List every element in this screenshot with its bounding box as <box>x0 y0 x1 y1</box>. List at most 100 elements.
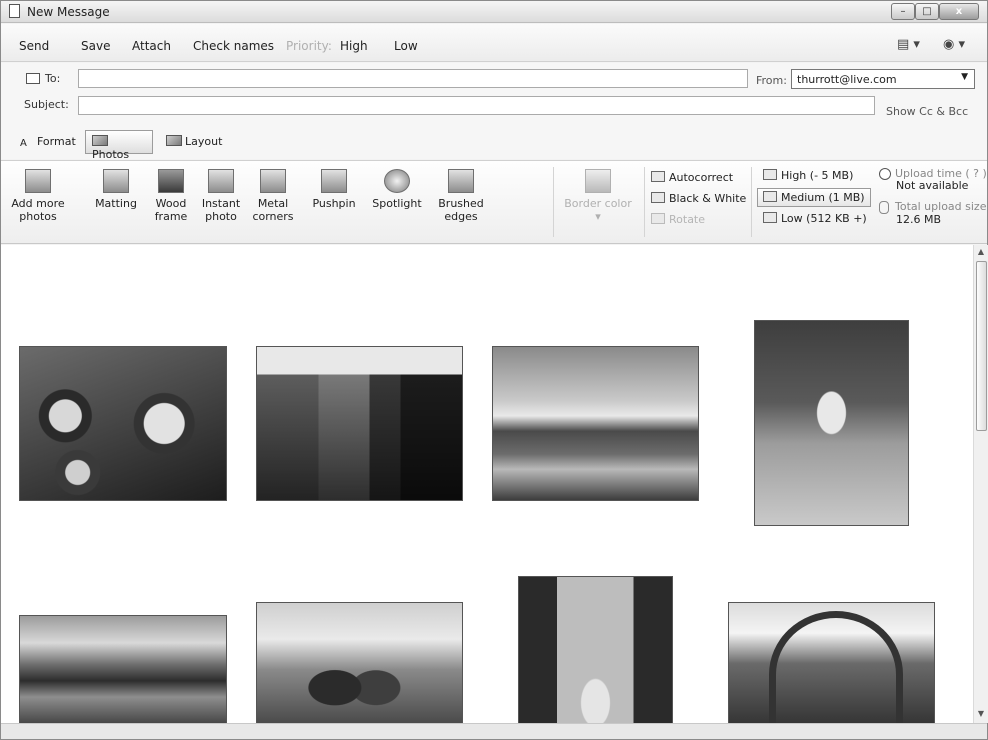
minimize-button[interactable]: – <box>891 3 915 20</box>
subject-field[interactable] <box>78 96 875 115</box>
photo-eiffel-tower-base[interactable] <box>728 602 935 723</box>
instant-photo-label: Instant <box>201 197 241 210</box>
send-button[interactable]: Send <box>19 39 49 53</box>
from-label: From: <box>756 74 787 87</box>
wood-frame-icon <box>158 169 184 193</box>
matting-icon <box>103 169 129 193</box>
metal-corners-icon <box>260 169 286 193</box>
size-high-icon <box>763 169 777 180</box>
photos-ribbon: Add more photos Matting Wood frame Insta… <box>1 160 987 244</box>
size-medium-option[interactable]: Medium (1 MB) <box>757 188 871 207</box>
black-white-button[interactable]: Black & White <box>651 192 746 205</box>
spotlight-effect-button[interactable]: Spotlight <box>369 169 425 210</box>
to-label[interactable]: To: <box>45 72 60 85</box>
photo-coffee-cups[interactable] <box>19 346 227 501</box>
save-button[interactable]: Save <box>81 39 110 53</box>
size-medium-label: Medium (1 MB) <box>781 191 865 204</box>
size-high-option[interactable]: High (- 5 MB) <box>763 169 853 182</box>
priority-high-button[interactable]: High <box>340 39 368 53</box>
add-more-label: Add more <box>11 197 65 210</box>
photo-tree-lined-path[interactable] <box>518 576 673 723</box>
border-color-button[interactable]: Border color ▾ <box>561 169 635 223</box>
tab-photos[interactable]: Photos <box>85 130 153 161</box>
matting-effect-button[interactable]: Matting <box>91 169 141 210</box>
wood-frame-label: Wood <box>155 197 187 210</box>
message-window: New Message – □ x Send Save Attach Check… <box>0 0 988 740</box>
black-white-icon <box>651 192 665 203</box>
upload-size-info: Total upload size 12.6 MB <box>879 201 986 226</box>
size-low-icon <box>763 212 777 223</box>
total-size-value: 12.6 MB <box>896 213 942 226</box>
new-message-icon <box>9 4 20 18</box>
attach-button[interactable]: Attach <box>132 39 171 53</box>
brushed-edges-effect-button[interactable]: Brushed edges <box>433 169 489 223</box>
scrollbar-thumb[interactable] <box>976 261 987 431</box>
pushpin-icon <box>321 169 347 193</box>
message-body[interactable] <box>1 245 973 723</box>
instant-photo-effect-button[interactable]: Instant photo <box>199 169 243 223</box>
vertical-scrollbar[interactable]: ▲ ▼ <box>973 245 988 723</box>
size-low-label: Low (512 KB +) <box>781 212 867 225</box>
spotlight-icon <box>384 169 410 193</box>
message-header: To: From: thurrott@live.com ▼ Subject: S… <box>1 63 987 125</box>
border-color-label: Border color <box>564 197 632 210</box>
add-photo-icon <box>25 169 51 193</box>
autocorrect-label: Autocorrect <box>669 171 734 184</box>
scroll-down-arrow-icon[interactable]: ▼ <box>974 707 988 721</box>
status-bar <box>1 723 987 739</box>
tab-layout[interactable]: Layout <box>159 130 229 154</box>
photo-paris-street[interactable] <box>256 346 463 501</box>
from-value: thurrott@live.com <box>797 73 897 86</box>
metal-corners-label-2: corners <box>252 210 294 223</box>
photos-icon <box>92 135 108 146</box>
ribbon-divider <box>751 167 752 237</box>
tab-layout-label: Layout <box>185 135 223 148</box>
subject-label: Subject: <box>24 98 69 111</box>
tab-format-label: Format <box>37 135 76 148</box>
rotate-label: Rotate <box>669 213 706 226</box>
magic-wand-icon <box>651 171 665 182</box>
scroll-up-arrow-icon[interactable]: ▲ <box>974 245 988 259</box>
matting-label: Matting <box>95 197 137 210</box>
close-button[interactable]: x <box>939 3 979 20</box>
priority-low-button[interactable]: Low <box>394 39 418 53</box>
maximize-button[interactable]: □ <box>915 3 939 20</box>
size-high-label: High (- 5 MB) <box>781 169 854 182</box>
brushed-edges-icon <box>448 169 474 193</box>
rotate-button[interactable]: Rotate <box>651 213 705 226</box>
title-bar: New Message – □ x <box>1 1 987 23</box>
metal-corners-effect-button[interactable]: Metal corners <box>251 169 295 223</box>
window-title: New Message <box>27 5 110 19</box>
black-white-label: Black & White <box>669 192 747 205</box>
view-menu-icon[interactable]: ▤ ▾ <box>897 37 927 55</box>
instant-photo-label-2: photo <box>205 210 237 223</box>
menu-bar: Send Save Attach Check names Priority: H… <box>1 24 987 62</box>
photo-statue[interactable] <box>754 320 909 526</box>
add-more-photos-button[interactable]: Add more photos <box>7 169 69 223</box>
ribbon-tabs: A Format Photos Layout <box>1 125 987 161</box>
help-icon[interactable]: ◉ ▾ <box>943 37 973 55</box>
photo-river-bridge[interactable] <box>19 615 227 723</box>
show-cc-bcc-link[interactable]: Show Cc & Bcc <box>886 105 968 118</box>
photo-couple-riverside[interactable] <box>256 602 463 723</box>
upload-time-value: Not available <box>896 179 969 192</box>
to-field[interactable] <box>78 69 748 88</box>
size-low-option[interactable]: Low (512 KB +) <box>763 212 867 225</box>
tab-format[interactable]: A Format <box>13 130 83 154</box>
check-names-button[interactable]: Check names <box>193 39 274 53</box>
photo-park-eiffel-view[interactable] <box>492 346 699 501</box>
wood-frame-effect-button[interactable]: Wood frame <box>149 169 193 223</box>
pushpin-effect-button[interactable]: Pushpin <box>309 169 359 210</box>
pushpin-label: Pushpin <box>312 197 356 210</box>
address-book-icon[interactable] <box>26 73 40 84</box>
from-select[interactable]: thurrott@live.com ▼ <box>791 69 975 89</box>
rotate-icon <box>651 213 665 224</box>
autocorrect-button[interactable]: Autocorrect <box>651 171 733 184</box>
border-color-icon <box>585 169 611 193</box>
paperclip-icon <box>879 201 889 214</box>
format-icon: A <box>20 138 27 149</box>
instant-photo-icon <box>208 169 234 193</box>
add-more-label-2: photos <box>19 210 57 223</box>
layout-icon <box>166 135 182 146</box>
spotlight-label: Spotlight <box>372 197 422 210</box>
